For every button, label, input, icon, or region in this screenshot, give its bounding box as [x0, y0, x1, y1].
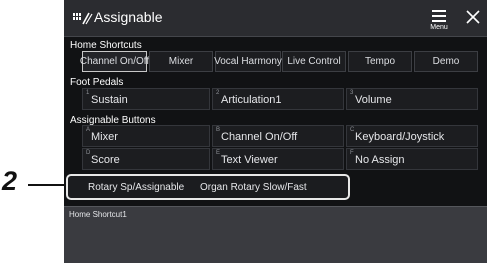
assignable-button-d[interactable]: D Score — [82, 148, 210, 170]
menu-label: Menu — [430, 24, 448, 31]
assignable-button-b[interactable]: B Channel On/Off — [212, 125, 344, 147]
callout-line — [28, 184, 64, 186]
callout-number: 2 — [2, 166, 18, 196]
assignable-button-f[interactable]: F No Assign — [346, 148, 478, 170]
slot-label: Mixer — [91, 131, 118, 143]
slot-index: E — [216, 150, 221, 156]
home-shortcut-channel-on-off[interactable]: Channel On/Off — [80, 51, 149, 72]
slot-index: A — [86, 127, 91, 133]
home-shortcut-tempo[interactable]: Tempo — [348, 51, 412, 72]
slot-index: B — [216, 127, 221, 133]
slot-label: Volume — [355, 94, 392, 106]
slot-label: Sustain — [91, 94, 128, 106]
slot-label: Score — [91, 154, 120, 166]
slot-index: F — [350, 150, 354, 156]
home-shortcut-vocal-harmony[interactable]: Vocal Harmony — [214, 51, 282, 72]
home-shortcuts-label: Home Shortcuts — [70, 40, 142, 51]
info-bar-text: Home Shortcut1 — [69, 210, 127, 219]
assignable-button-c[interactable]: C Keyboard/Joystick — [346, 125, 478, 147]
rotary-label: Rotary Sp/Assignable — [88, 182, 185, 193]
slot-label: Keyboard/Joystick — [355, 131, 445, 143]
assignable-button-a[interactable]: A Mixer — [82, 125, 210, 147]
assignable-icon — [73, 12, 93, 25]
home-shortcut-demo[interactable]: Demo — [414, 51, 478, 72]
page-title: Assignable — [94, 9, 163, 25]
home-shortcut-mixer[interactable]: Mixer — [149, 51, 213, 72]
info-bar: Home Shortcut1 — [64, 206, 487, 263]
slot-index: 2 — [216, 90, 220, 96]
slot-index: 3 — [350, 90, 354, 96]
foot-pedal-1[interactable]: 1 Sustain — [82, 88, 210, 110]
rotary-sp-assignable-slot[interactable]: Rotary Sp/Assignable Organ Rotary Slow/F… — [66, 174, 350, 200]
slot-label: Text Viewer — [221, 154, 278, 166]
foot-pedals-label: Foot Pedals — [70, 77, 124, 88]
title-bar: Assignable Menu — [64, 0, 487, 37]
slot-index: 1 — [86, 90, 90, 96]
foot-pedal-3[interactable]: 3 Volume — [346, 88, 478, 110]
home-shortcut-live-control[interactable]: Live Control — [282, 51, 346, 72]
menu-icon — [432, 10, 446, 12]
slot-label: Channel On/Off — [221, 131, 298, 143]
slot-label: No Assign — [355, 154, 405, 166]
slot-label: Articulation1 — [221, 94, 282, 106]
foot-pedal-2[interactable]: 2 Articulation1 — [212, 88, 344, 110]
menu-button[interactable]: Menu — [425, 5, 453, 33]
close-icon[interactable] — [462, 6, 484, 28]
assignable-button-e[interactable]: E Text Viewer — [212, 148, 344, 170]
slot-index: C — [350, 127, 355, 133]
slot-index: D — [86, 150, 91, 156]
assignable-screen: Assignable Menu Home Shortcuts Channel O… — [64, 0, 487, 263]
rotary-function-value: Organ Rotary Slow/Fast — [200, 182, 307, 193]
